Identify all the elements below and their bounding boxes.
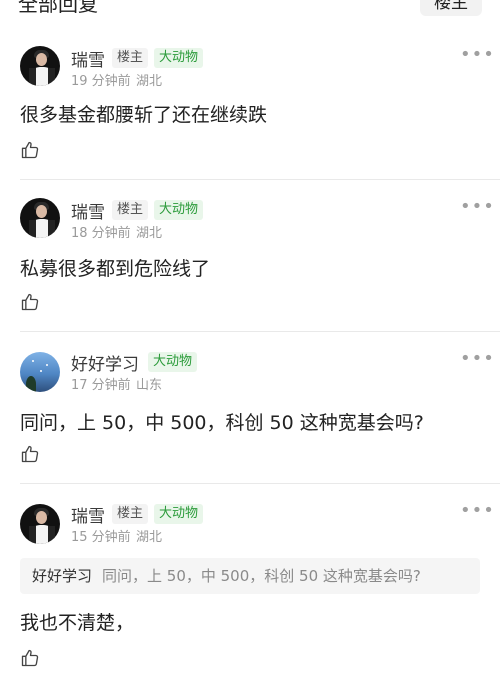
sort-owner-button[interactable]: 楼主 bbox=[420, 0, 482, 16]
more-dots-icon[interactable]: ••• bbox=[460, 196, 495, 217]
username[interactable]: 好好学习 bbox=[71, 350, 139, 375]
thumbs-up-icon[interactable] bbox=[20, 292, 40, 312]
thumbs-up-icon[interactable] bbox=[20, 648, 40, 668]
post-location: 山东 bbox=[136, 378, 163, 393]
more-dots-icon[interactable]: ••• bbox=[460, 500, 495, 521]
quoted-reply[interactable]: 好好学习 同问，上 50，中 500，科创 50 这种宽基会吗? bbox=[20, 558, 480, 594]
post-location: 湖北 bbox=[136, 226, 163, 241]
avatar[interactable] bbox=[20, 504, 60, 544]
owner-badge: 楼主 bbox=[112, 48, 149, 68]
post-location: 湖北 bbox=[136, 74, 163, 89]
more-dots-icon[interactable]: ••• bbox=[460, 44, 495, 65]
avatar[interactable] bbox=[20, 46, 60, 86]
thumbs-up-icon[interactable] bbox=[20, 444, 40, 464]
comment-text: 同问，上 50，中 500，科创 50 这种宽基会吗? bbox=[20, 412, 424, 434]
top-bar: 全部回复 楼主 bbox=[0, 0, 500, 22]
post-location: 湖北 bbox=[136, 530, 163, 545]
section-title: 全部回复 bbox=[18, 0, 98, 16]
thumbs-up-icon[interactable] bbox=[20, 140, 40, 160]
post-time: 15 分钟前 bbox=[71, 530, 131, 545]
quoted-username: 好好学习 bbox=[32, 567, 93, 585]
level-badge: 大动物 bbox=[148, 352, 198, 372]
owner-badge: 楼主 bbox=[112, 504, 149, 524]
comment-item: 瑞雪 楼主 大动物 19 分钟前 湖北 ••• 很多基金都腰斩了还在继续跌 bbox=[0, 22, 500, 180]
level-badge: 大动物 bbox=[154, 48, 204, 68]
comment-item: 瑞雪 楼主 大动物 18 分钟前 湖北 ••• 私募很多都到危险线了 bbox=[0, 180, 500, 332]
more-dots-icon[interactable]: ••• bbox=[460, 348, 495, 369]
owner-badge: 楼主 bbox=[112, 200, 149, 220]
comment-text: 很多基金都腰斩了还在继续跌 bbox=[20, 104, 268, 126]
comment-item: 瑞雪 楼主 大动物 15 分钟前 湖北 ••• 好好学习 同问，上 50，中 50… bbox=[0, 484, 500, 686]
post-time: 19 分钟前 bbox=[71, 74, 131, 89]
comment-item: 好好学习 大动物 17 分钟前 山东 ••• 同问，上 50，中 500，科创 … bbox=[0, 332, 500, 484]
level-badge: 大动物 bbox=[154, 200, 204, 220]
avatar[interactable] bbox=[20, 352, 60, 392]
level-badge: 大动物 bbox=[154, 504, 204, 524]
username[interactable]: 瑞雪 bbox=[71, 198, 105, 223]
post-time: 17 分钟前 bbox=[71, 378, 131, 393]
username[interactable]: 瑞雪 bbox=[71, 46, 105, 71]
comment-text: 我也不清楚， bbox=[20, 612, 135, 634]
post-time: 18 分钟前 bbox=[71, 226, 131, 241]
comment-text: 私募很多都到危险线了 bbox=[20, 258, 211, 280]
quoted-text: 同问，上 50，中 500，科创 50 这种宽基会吗? bbox=[102, 567, 421, 585]
avatar[interactable] bbox=[20, 198, 60, 238]
username[interactable]: 瑞雪 bbox=[71, 502, 105, 527]
